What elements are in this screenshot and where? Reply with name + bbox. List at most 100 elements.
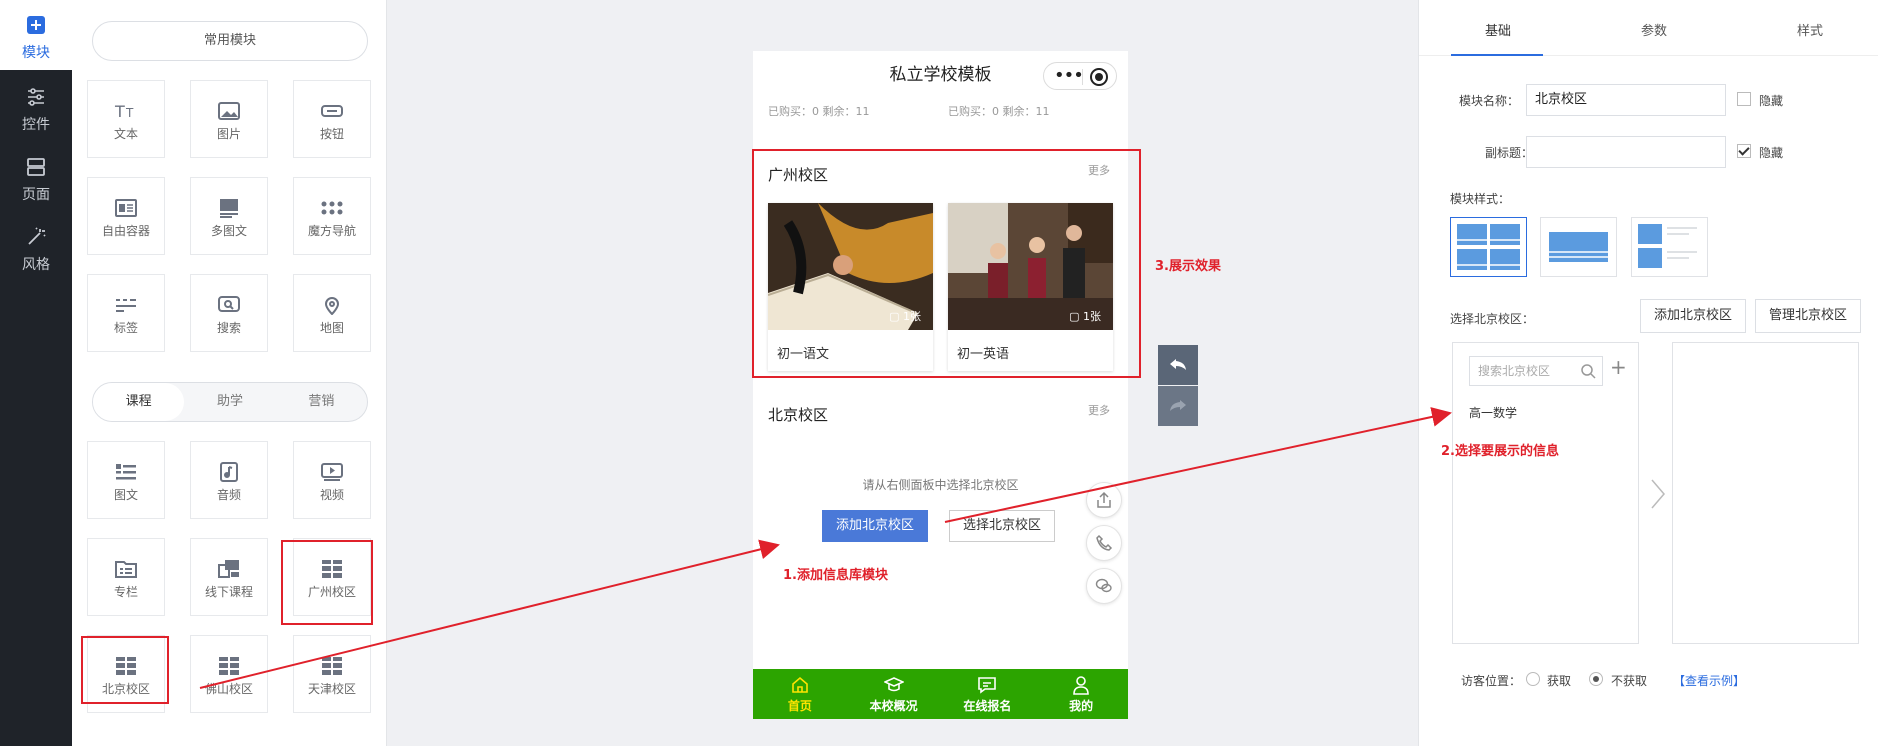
nav-item-controls[interactable]: 控件 xyxy=(0,72,72,142)
module-style-label: 模块样式： xyxy=(1450,192,1511,206)
common-modules-button[interactable]: 常用模块 xyxy=(92,21,368,61)
tab-style[interactable]: 样式 xyxy=(1797,20,1823,39)
bottom-tabbar: 首页 本校概况 在线报名 我的 xyxy=(753,669,1128,719)
settings-tabs: 基础 参数 样式 xyxy=(1419,0,1878,56)
tab-mine[interactable]: 我的 xyxy=(1034,669,1128,719)
video-icon xyxy=(321,463,343,481)
wechat-button[interactable] xyxy=(1086,568,1122,604)
module-cube-nav[interactable]: 魔方导航 xyxy=(293,177,371,255)
module-search[interactable]: 搜索 xyxy=(190,274,268,352)
multi-image-icon xyxy=(220,199,238,218)
phone-icon xyxy=(1096,534,1113,551)
empty-hint: 请从右侧面板中选择北京校区 xyxy=(862,478,1019,492)
phone-button[interactable] xyxy=(1086,525,1122,561)
nav-label: 模块 xyxy=(22,45,50,61)
nav-item-pages[interactable]: 页面 xyxy=(0,142,72,212)
button-icon xyxy=(321,105,343,117)
module-label: 多图文 xyxy=(210,224,247,238)
radio-get[interactable] xyxy=(1526,672,1540,686)
plus-icon[interactable]: + xyxy=(1610,355,1627,379)
share-button[interactable] xyxy=(1086,482,1122,518)
more-icon[interactable]: ••• xyxy=(1054,65,1084,87)
tab-home[interactable]: 首页 xyxy=(753,669,847,719)
nav-item-modules[interactable]: 模块 xyxy=(0,0,72,70)
module-label: 按钮 xyxy=(319,127,344,141)
subtitle-input[interactable] xyxy=(1526,136,1726,168)
text-icon: TT xyxy=(114,102,134,121)
style-option-banner[interactable] xyxy=(1540,217,1617,277)
tab-school-overview[interactable]: 本校概况 xyxy=(847,669,941,719)
module-tianjin-campus[interactable]: 天津校区 xyxy=(293,635,371,713)
module-button[interactable]: 按钮 xyxy=(293,80,371,158)
module-image[interactable]: 图片 xyxy=(190,80,268,158)
select-beijing-button[interactable]: 选择北京校区 xyxy=(949,510,1055,542)
module-name-input[interactable]: 北京校区 xyxy=(1526,84,1726,116)
magic-wand-icon xyxy=(28,227,46,245)
module-label: 标签 xyxy=(113,321,138,335)
annotation-step-3: 3.展示效果 xyxy=(1155,259,1221,274)
hide-subtitle-checkbox[interactable] xyxy=(1737,144,1751,158)
tab-study-help[interactable]: 助学 xyxy=(184,383,275,421)
highlight-box xyxy=(281,540,373,625)
search-input[interactable]: 搜索北京校区 xyxy=(1469,356,1603,386)
offline-course-icon xyxy=(218,560,239,578)
hide-label: 隐藏 xyxy=(1759,94,1784,108)
chevron-right-icon[interactable] xyxy=(1649,478,1667,514)
list-item[interactable]: 高一数学 xyxy=(1469,404,1517,421)
tab-params[interactable]: 参数 xyxy=(1641,20,1667,39)
tag-icon xyxy=(116,299,136,312)
banner-layout-icon xyxy=(1549,232,1608,262)
module-label: 图片 xyxy=(216,127,241,141)
style-option-list[interactable] xyxy=(1631,217,1708,277)
module-label: 天津校区 xyxy=(307,682,356,696)
tab-basic[interactable]: 基础 xyxy=(1485,20,1511,39)
module-free-container[interactable]: 自由容器 xyxy=(87,177,165,255)
add-beijing-button[interactable]: 添加北京校区 xyxy=(822,510,928,542)
style-option-grid[interactable] xyxy=(1450,217,1527,277)
undo-button[interactable] xyxy=(1158,345,1198,385)
more-link[interactable]: 更多 xyxy=(1088,402,1110,418)
mini-program-capsule[interactable]: ••• xyxy=(1043,62,1117,90)
module-tag[interactable]: 标签 xyxy=(87,274,165,352)
module-foshan-campus[interactable]: 佛山校区 xyxy=(190,635,268,713)
module-category-tabs: 课程 助学 营销 xyxy=(92,382,368,422)
search-icon xyxy=(218,296,240,312)
close-target-icon[interactable] xyxy=(1090,68,1108,86)
module-label: 专栏 xyxy=(113,585,138,599)
module-multi-image[interactable]: 多图文 xyxy=(190,177,268,255)
selected-list xyxy=(1672,342,1859,644)
module-text[interactable]: TT 文本 xyxy=(87,80,165,158)
redo-button[interactable] xyxy=(1158,386,1198,426)
tab-label: 我的 xyxy=(1069,699,1094,713)
module-label: 音频 xyxy=(216,488,241,502)
module-audio[interactable]: 音频 xyxy=(190,441,268,519)
hide-name-checkbox[interactable] xyxy=(1737,92,1751,106)
module-label: 地图 xyxy=(319,321,344,335)
share-icon xyxy=(1097,491,1111,508)
tab-marketing[interactable]: 营销 xyxy=(276,383,367,421)
nav-label: 控件 xyxy=(22,117,50,133)
view-example-link[interactable]: 【查看示例】 xyxy=(1673,672,1745,689)
module-label: 文本 xyxy=(113,127,138,141)
grid-icon xyxy=(322,657,342,675)
highlight-box xyxy=(81,636,169,704)
module-article[interactable]: 图文 xyxy=(87,441,165,519)
bought-info: 已购买：0 剩余：11 xyxy=(768,105,870,118)
add-beijing-campus-button[interactable]: 添加北京校区 xyxy=(1640,299,1746,333)
radio-no-get[interactable] xyxy=(1589,672,1603,686)
nav-item-style[interactable]: 风格 xyxy=(0,212,72,282)
tab-course[interactable]: 课程 xyxy=(93,383,185,421)
audio-icon xyxy=(220,462,238,482)
search-icon xyxy=(1581,364,1596,379)
module-video[interactable]: 视频 xyxy=(293,441,371,519)
container-icon xyxy=(115,199,137,217)
manage-beijing-campus-button[interactable]: 管理北京校区 xyxy=(1755,299,1861,333)
module-map[interactable]: 地图 xyxy=(293,274,371,352)
tab-online-signup[interactable]: 在线报名 xyxy=(941,669,1035,719)
cube-nav-icon xyxy=(321,201,343,215)
home-icon xyxy=(792,676,808,693)
undo-icon xyxy=(1170,359,1186,370)
tab-label: 在线报名 xyxy=(963,699,1012,713)
module-offline-course[interactable]: 线下课程 xyxy=(190,538,268,616)
module-column[interactable]: 专栏 xyxy=(87,538,165,616)
